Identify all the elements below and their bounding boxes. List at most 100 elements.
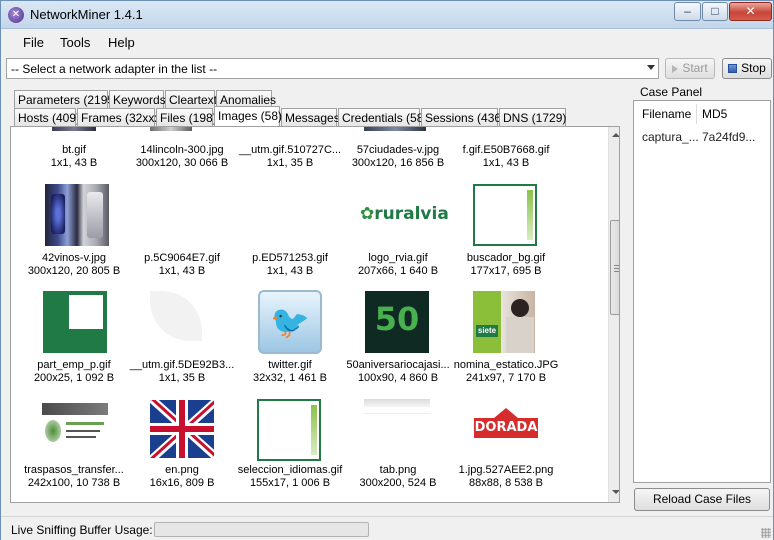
image-filename: traspasos_transfer...: [24, 464, 124, 476]
scroll-up-button[interactable]: [610, 128, 619, 143]
tab-dns[interactable]: DNS (1729): [499, 108, 566, 126]
image-info: 1x1, 43 B: [266, 265, 314, 277]
image-info: 300x120, 20 805 B: [27, 265, 121, 277]
image-filename: bt.gif: [62, 144, 86, 156]
nomina-ad-photo: siete: [473, 291, 535, 353]
uk-flag-icon: [150, 400, 214, 458]
window-title: NetworkMiner 1.4.1: [30, 7, 143, 22]
image-info: 300x200, 524 B: [359, 477, 437, 489]
tab-cleartext[interactable]: Cleartext: [165, 90, 217, 108]
play-icon: [672, 64, 679, 73]
image-info: 16x16, 809 B: [149, 477, 215, 489]
tab-files[interactable]: Files (198): [156, 108, 217, 126]
image-info: 1x1, 43 B: [158, 265, 206, 277]
anniversary-text: 50: [374, 300, 420, 338]
vertical-scrollbar[interactable]: [608, 127, 619, 502]
tab-keywords[interactable]: Keywords: [109, 90, 166, 108]
image-info: 1x1, 35 B: [266, 157, 314, 169]
reload-case-files-button[interactable]: Reload Case Files: [634, 488, 770, 511]
image-filename: 42vinos-v.jpg: [42, 252, 106, 264]
stop-label: Stop: [741, 61, 766, 75]
case-panel-title: Case Panel: [640, 85, 703, 99]
dorada-text: DORADA: [474, 418, 538, 438]
menu-file[interactable]: File: [23, 35, 44, 50]
image-info: 207x66, 1 640 B: [357, 265, 439, 277]
image-info: 32x32, 1 461 B: [252, 372, 327, 384]
images-panel: bt.gif 1x1, 43 B 14lincoln-300.jpg 300x1…: [10, 126, 620, 503]
buffer-usage-label: Live Sniffing Buffer Usage:: [11, 523, 153, 537]
ruralvia-logo-text: ruralvia: [374, 204, 449, 224]
close-button[interactable]: ✕: [729, 2, 772, 21]
stop-button[interactable]: Stop: [722, 58, 772, 79]
image-filename: twitter.gif: [268, 359, 312, 371]
minimize-button[interactable]: –: [674, 2, 701, 21]
image-info: 300x120, 16 856 B: [351, 157, 445, 169]
wine-bottles-photo: [45, 184, 109, 246]
tab-images[interactable]: Images (58): [214, 106, 282, 126]
image-info: 1x1, 35 B: [158, 372, 206, 384]
image-filename: buscador_bg.gif: [466, 252, 546, 264]
image-info: 88x88, 8 538 B: [468, 477, 543, 489]
tab-credentials[interactable]: Credentials (58): [338, 108, 427, 126]
siete-label: siete: [476, 325, 498, 337]
transfer-ad-thumbnail: [42, 400, 108, 458]
stop-icon: [728, 64, 738, 74]
image-filename: p.ED571253.gif: [252, 252, 328, 264]
tab-messages[interactable]: Messages: [281, 108, 340, 126]
column-header-filename[interactable]: Filename: [642, 107, 691, 121]
image-filename: seleccion_idiomas.gif: [237, 464, 343, 476]
image-info: 177x17, 695 B: [470, 265, 542, 277]
image-filename: p.5C9064E7.gif: [144, 252, 220, 264]
chevron-down-icon: [647, 65, 655, 70]
green-frame-thumbnail: [473, 184, 537, 246]
case-panel-list[interactable]: Filename MD5 captura_... 7a24fd9...: [633, 100, 771, 483]
image-info: 200x25, 1 092 B: [33, 372, 115, 384]
maximize-button[interactable]: □: [702, 2, 728, 21]
menu-tools[interactable]: Tools: [60, 35, 90, 50]
thumbnail-image: [52, 127, 96, 131]
menu-help[interactable]: Help: [108, 35, 135, 50]
image-filename: 50aniversariocajasi...: [346, 359, 450, 371]
image-filename: part_emp_p.gif: [37, 359, 111, 371]
image-info: 300x120, 30 066 B: [135, 157, 229, 169]
image-filename: 14lincoln-300.jpg: [140, 144, 224, 156]
app-logo-icon: ✕: [8, 7, 24, 23]
image-filename: f.gif.E50B7668.gif: [462, 144, 550, 156]
scroll-down-button[interactable]: [610, 485, 619, 500]
image-filename: __utm.gif.5DE92B3...: [129, 359, 235, 371]
twitter-bird-icon: 🐦: [258, 290, 322, 354]
green-frame-thumbnail: [257, 399, 321, 461]
title-bar[interactable]: ✕ NetworkMiner 1.4.1 – □ ✕: [1, 1, 773, 29]
network-adapter-select[interactable]: -- Select a network adapter in the list …: [6, 58, 659, 79]
tab-sessions[interactable]: Sessions (436): [421, 108, 505, 126]
arrow-down-icon: [612, 490, 619, 494]
resize-grip-icon[interactable]: [761, 528, 771, 538]
case-file-md5[interactable]: 7a24fd9...: [702, 130, 755, 144]
light-tab-thumbnail: [364, 399, 430, 449]
image-filename: en.png: [165, 464, 199, 476]
image-info: 241x97, 7 170 B: [465, 372, 547, 384]
scroll-thumb[interactable]: [610, 220, 619, 315]
image-filename: __utm.gif.510727C...: [238, 144, 342, 156]
case-file-name[interactable]: captura_...: [642, 130, 699, 144]
image-info: 100x90, 4 860 B: [357, 372, 439, 384]
image-info: 1x1, 43 B: [482, 157, 530, 169]
column-header-md5[interactable]: MD5: [702, 107, 727, 121]
image-filename: 1.jpg.527AEE2.png: [458, 464, 554, 476]
start-button[interactable]: Start: [665, 58, 715, 79]
buffer-usage-progress: [154, 522, 369, 537]
status-bar: Live Sniffing Buffer Usage:: [1, 516, 773, 540]
tab-frames[interactable]: Frames (32xxx): [77, 108, 164, 126]
image-filename: 57ciudades-v.jpg: [356, 144, 440, 156]
adapter-select-value: -- Select a network adapter in the list …: [11, 62, 218, 76]
ruralvia-logo: ✿ruralvia: [360, 204, 449, 224]
tab-parameters[interactable]: Parameters (2195): [14, 90, 118, 108]
thumbnail-image: [150, 127, 192, 131]
image-filename: logo_rvia.gif: [368, 252, 428, 264]
column-divider[interactable]: [696, 104, 697, 124]
tab-hosts[interactable]: Hosts (409): [14, 108, 80, 126]
image-info: 242x100, 10 738 B: [27, 477, 121, 489]
image-info: 155x17, 1 006 B: [249, 477, 331, 489]
dorada-logo: DORADA: [474, 408, 538, 448]
image-filename: tab.png: [379, 464, 417, 476]
